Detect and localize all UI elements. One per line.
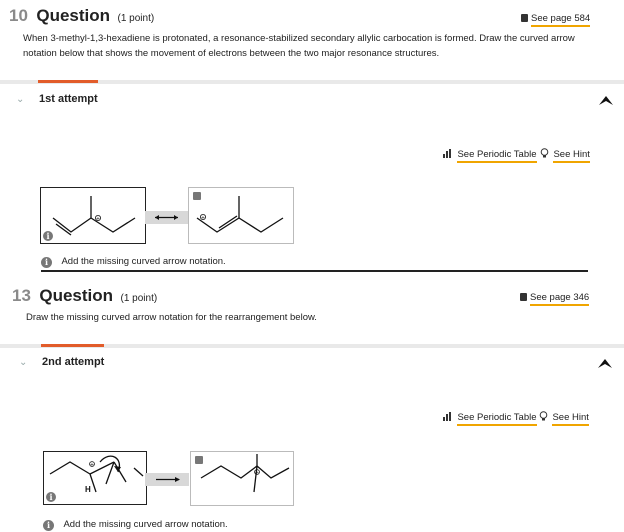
question-title: Question bbox=[36, 6, 111, 25]
attempt-label[interactable]: 1st attempt bbox=[39, 93, 98, 105]
reactant-drawing-panel[interactable]: + H i bbox=[43, 451, 147, 505]
question-number: 13 bbox=[12, 286, 31, 305]
resonance-arrow bbox=[145, 211, 188, 224]
divider bbox=[41, 270, 588, 272]
question-points: (1 point) bbox=[120, 293, 158, 304]
attempt-label[interactable]: 2nd attempt bbox=[42, 356, 104, 368]
book-icon bbox=[520, 293, 527, 301]
chevron-down-icon[interactable]: ⌄ bbox=[16, 94, 24, 105]
periodic-table-link[interactable]: See Periodic Table bbox=[443, 144, 537, 163]
svg-text:+: + bbox=[255, 470, 259, 476]
hydrogen-label: H bbox=[85, 485, 91, 494]
svg-text:+: + bbox=[90, 462, 94, 468]
hint-label: See Hint bbox=[552, 412, 589, 426]
hint-link[interactable]: See Hint bbox=[539, 407, 589, 426]
pin-icon[interactable] bbox=[596, 356, 614, 370]
info-icon[interactable]: i bbox=[43, 231, 53, 241]
product-drawing-panel: + bbox=[188, 187, 294, 244]
see-page-label: See page 346 bbox=[530, 292, 590, 306]
book-icon bbox=[521, 14, 528, 22]
feedback-text: Add the missing curved arrow notation. bbox=[61, 256, 226, 267]
svg-text:+: + bbox=[96, 216, 100, 222]
info-icon: i bbox=[43, 520, 54, 531]
lock-icon bbox=[195, 456, 203, 464]
feedback-message: i Add the missing curved arrow notation. bbox=[43, 514, 228, 532]
question-points: (1 point) bbox=[117, 13, 155, 24]
bar-chart-icon bbox=[443, 149, 451, 158]
question-text: Draw the missing curved arrow notation f… bbox=[26, 312, 317, 323]
periodic-table-label: See Periodic Table bbox=[457, 149, 537, 163]
hint-label: See Hint bbox=[553, 149, 590, 163]
bar-chart-icon bbox=[443, 412, 451, 421]
hint-link[interactable]: See Hint bbox=[540, 144, 590, 163]
periodic-table-label: See Periodic Table bbox=[457, 412, 537, 426]
lightbulb-icon bbox=[540, 148, 549, 158]
question-text: When 3-methyl-1,3-hexadiene is protonate… bbox=[23, 33, 575, 59]
molecule-structure: + bbox=[49, 455, 144, 493]
attempt-accent bbox=[38, 80, 98, 83]
feedback-text: Add the missing curved arrow notation. bbox=[63, 519, 228, 530]
question-13-header: 13 Question (1 point) bbox=[12, 286, 157, 306]
question-number: 10 bbox=[9, 6, 28, 25]
reactant-drawing-panel[interactable]: + i bbox=[40, 187, 146, 244]
chevron-down-icon[interactable]: ⌄ bbox=[19, 357, 27, 368]
product-drawing-panel: + bbox=[190, 451, 294, 506]
svg-text:+: + bbox=[201, 215, 205, 221]
molecule-structure: + bbox=[196, 196, 284, 233]
question-title: Question bbox=[39, 286, 114, 305]
feedback-message: i Add the missing curved arrow notation. bbox=[41, 251, 226, 269]
info-icon: i bbox=[41, 257, 52, 268]
lightbulb-icon bbox=[539, 411, 548, 421]
see-page-link[interactable]: See page 584 bbox=[521, 8, 591, 27]
reaction-arrow bbox=[145, 473, 189, 486]
info-icon[interactable]: i bbox=[46, 492, 56, 502]
pin-icon[interactable] bbox=[597, 93, 615, 107]
see-page-label: See page 584 bbox=[531, 13, 591, 27]
molecule-structure: + bbox=[52, 196, 136, 236]
see-page-link[interactable]: See page 346 bbox=[520, 287, 590, 306]
lock-icon bbox=[193, 192, 201, 200]
periodic-table-link[interactable]: See Periodic Table bbox=[443, 407, 537, 426]
molecule-structure: + bbox=[200, 454, 290, 493]
attempt-accent bbox=[41, 344, 104, 347]
question-10-header: 10 Question (1 point) bbox=[9, 6, 154, 26]
